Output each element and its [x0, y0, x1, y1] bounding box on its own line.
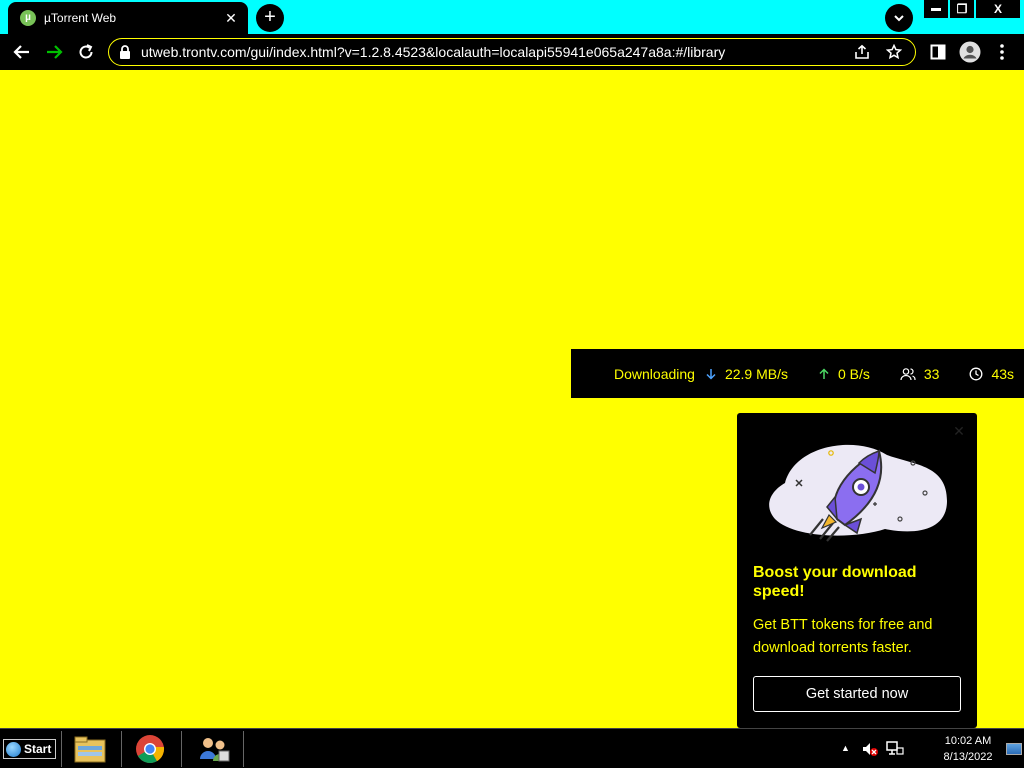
browser-menu-button[interactable]: [990, 40, 1014, 64]
start-button[interactable]: Start: [3, 739, 56, 759]
eta: 43s: [969, 366, 1014, 382]
status-label: Downloading: [614, 365, 695, 382]
side-panel-button[interactable]: [926, 40, 950, 64]
boost-promo-popup: ✕ Boost your download speed! Get BTT tok…: [737, 413, 977, 728]
promo-body: Get BTT tokens for free and download tor…: [753, 617, 933, 656]
taskbar-separator: [243, 731, 244, 767]
window-close-button[interactable]: X: [976, 0, 1020, 18]
avatar-icon: [959, 41, 981, 63]
kebab-menu-icon: [1000, 44, 1004, 60]
file-explorer-icon: [74, 736, 106, 763]
tab-close-button[interactable]: ✕: [222, 10, 240, 27]
clock-icon: [970, 367, 983, 380]
eta-value: 43s: [991, 365, 1015, 382]
file-explorer-button[interactable]: [62, 732, 118, 766]
clock-time: 10:02 AM: [944, 735, 992, 747]
forward-button[interactable]: [42, 40, 66, 64]
promo-close-button[interactable]: ✕: [951, 423, 967, 439]
tab-title: µTorrent Web: [44, 11, 117, 25]
download-speed-value: 22.9 MB/s: [724, 365, 788, 382]
network-users-icon: [200, 738, 230, 762]
browser-toolbar: utweb.trontv.com/gui/index.html?v=1.2.8.…: [0, 34, 1024, 70]
restore-button[interactable]: ❐: [950, 0, 974, 18]
peers-count: 33: [900, 365, 940, 382]
lock-icon: [120, 45, 130, 59]
get-started-button[interactable]: Get started now: [753, 676, 961, 712]
volume-muted-icon[interactable]: [861, 740, 879, 758]
download-status-bar: Downloading 22.9 MB/s 0 B/s 33 43s: [571, 349, 1024, 398]
tab-strip: µ µTorrent Web ✕ + ▬ ❐ X: [0, 0, 1024, 34]
bookmark-button[interactable]: [883, 41, 905, 63]
network-users-button[interactable]: [186, 732, 242, 766]
upload-arrow-icon: [819, 367, 829, 379]
star-icon: [886, 44, 902, 60]
peers-icon: [900, 367, 916, 380]
taskbar-separator: [181, 731, 182, 767]
share-icon: [855, 44, 869, 59]
new-tab-button[interactable]: +: [256, 4, 284, 32]
tray-expand-icon[interactable]: ▲: [841, 743, 850, 753]
arrow-left-icon: [13, 45, 29, 59]
network-icon[interactable]: [886, 740, 904, 758]
chrome-button[interactable]: [122, 732, 178, 766]
peers-value: 33: [923, 365, 940, 382]
windows-logo-icon: [6, 741, 21, 757]
profile-button[interactable]: [958, 40, 982, 64]
reload-button[interactable]: [74, 40, 98, 64]
rocket-illustration: [769, 444, 947, 542]
taskbar: Start ▲ 10:02 AM 8/13/2022: [0, 728, 1024, 768]
start-label: Start: [24, 742, 52, 756]
download-speed: 22.9 MB/s: [705, 366, 788, 382]
chrome-icon: [136, 735, 165, 763]
reload-icon: [79, 44, 93, 59]
promo-heading: Boost your download speed!: [753, 564, 917, 600]
minimize-button[interactable]: ▬: [924, 0, 948, 18]
upload-speed-value: 0 B/s: [837, 365, 870, 382]
arrow-right-icon: [47, 45, 63, 59]
share-button[interactable]: [851, 41, 873, 63]
chevron-down-icon: [894, 15, 904, 22]
browser-tab[interactable]: µ µTorrent Web ✕: [8, 2, 248, 34]
clock-date: 8/13/2022: [943, 751, 993, 763]
back-button[interactable]: [10, 40, 34, 64]
utorrent-logo-icon: µ: [20, 10, 36, 26]
download-arrow-icon: [706, 368, 716, 380]
address-bar[interactable]: utweb.trontv.com/gui/index.html?v=1.2.8.…: [108, 38, 916, 66]
system-clock[interactable]: 10:02 AM 8/13/2022: [930, 733, 1006, 765]
tab-search-button[interactable]: [885, 4, 913, 32]
url-text[interactable]: utweb.trontv.com/gui/index.html?v=1.2.8.…: [141, 44, 841, 60]
side-panel-icon: [930, 44, 946, 60]
upload-speed: 0 B/s: [818, 366, 870, 382]
show-desktop-button[interactable]: [1006, 743, 1022, 755]
